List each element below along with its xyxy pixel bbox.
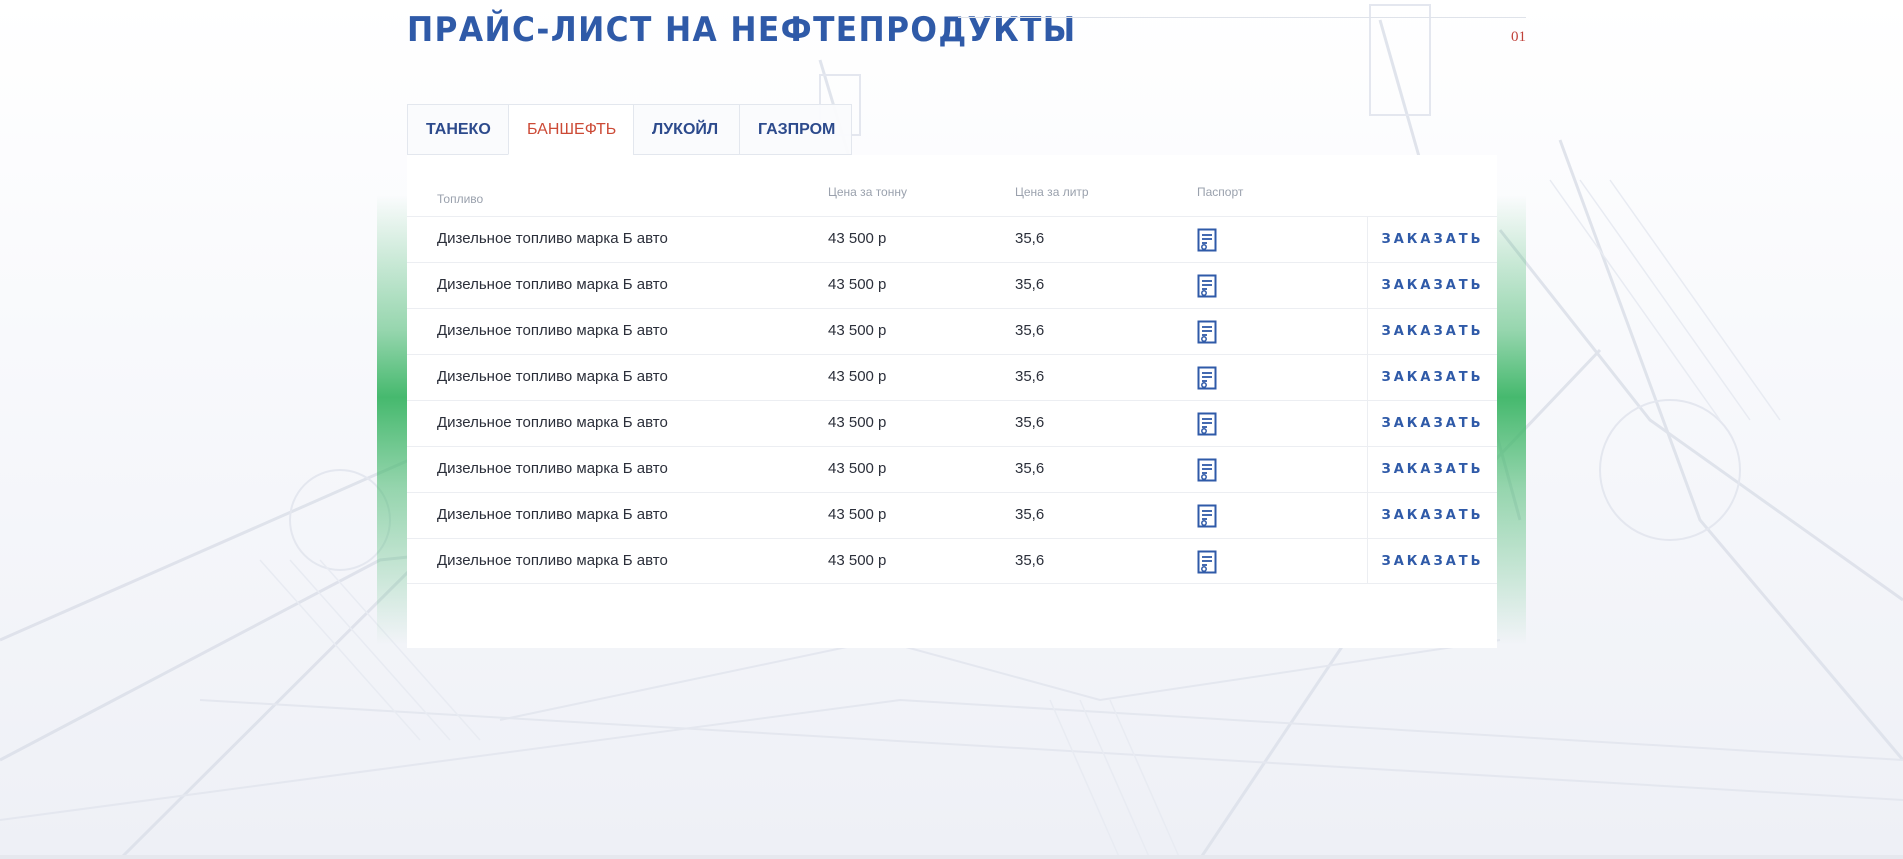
price-per-liter: 35,6 (1015, 322, 1045, 339)
price-per-liter: 35,6 (1015, 414, 1045, 431)
header-price-liter: Цена за литр (1015, 185, 1089, 199)
document-icon[interactable] (1197, 504, 1217, 528)
header-passport: Паспорт (1197, 185, 1244, 199)
supplier-tabs: ТАНЕКО БАНШЕФТЬ ЛУКОЙЛ ГАЗПРОМ (407, 104, 852, 155)
tab-taneko[interactable]: ТАНЕКО (407, 104, 508, 155)
table-row: Дизельное топливо марка Б авто 43 500 р … (407, 446, 1497, 492)
order-button[interactable]: ЗАКАЗАТЬ (1367, 539, 1497, 584)
price-per-liter: 35,6 (1015, 506, 1045, 523)
fuel-name: Дизельное топливо марка Б авто (437, 230, 668, 247)
table-row: Дизельное топливо марка Б авто 43 500 р … (407, 492, 1497, 538)
price-per-ton: 43 500 р (828, 506, 887, 523)
order-button[interactable]: ЗАКАЗАТЬ (1367, 401, 1497, 446)
price-per-ton: 43 500 р (828, 368, 887, 385)
table-row: Дизельное топливо марка Б авто 43 500 р … (407, 354, 1497, 400)
document-icon[interactable] (1197, 366, 1217, 390)
fuel-name: Дизельное топливо марка Б авто (437, 552, 668, 569)
fuel-name: Дизельное топливо марка Б авто (437, 414, 668, 431)
green-accent-left (377, 195, 407, 645)
price-per-ton: 43 500 р (828, 414, 887, 431)
price-per-liter: 35,6 (1015, 552, 1045, 569)
tab-bansheft[interactable]: БАНШЕФТЬ (508, 104, 633, 155)
page-title: ПРАЙС-ЛИСТ НА НЕФТЕПРОДУКТЫ (407, 10, 1077, 50)
header-fuel: Топливо (437, 192, 484, 206)
fuel-name: Дизельное топливо марка Б авто (437, 276, 668, 293)
price-list-section: ПРАЙС-ЛИСТ НА НЕФТЕПРОДУКТЫ 01 ТАНЕКО БА… (0, 0, 1903, 859)
section-number: 01 (1511, 29, 1526, 45)
price-per-liter: 35,6 (1015, 276, 1045, 293)
price-per-ton: 43 500 р (828, 230, 887, 247)
price-per-liter: 35,6 (1015, 230, 1045, 247)
tab-lukoil[interactable]: ЛУКОЙЛ (633, 104, 739, 155)
price-per-liter: 35,6 (1015, 460, 1045, 477)
price-per-ton: 43 500 р (828, 322, 887, 339)
table-row: Дизельное топливо марка Б авто 43 500 р … (407, 400, 1497, 446)
document-icon[interactable] (1197, 412, 1217, 436)
order-button[interactable]: ЗАКАЗАТЬ (1367, 355, 1497, 400)
fuel-name: Дизельное топливо марка Б авто (437, 460, 668, 477)
table-row: Дизельное топливо марка Б авто 43 500 р … (407, 216, 1497, 262)
order-button[interactable]: ЗАКАЗАТЬ (1367, 263, 1497, 308)
document-icon[interactable] (1197, 320, 1217, 344)
order-button[interactable]: ЗАКАЗАТЬ (1367, 217, 1497, 262)
price-per-ton: 43 500 р (828, 460, 887, 477)
table-row: Дизельное топливо марка Б авто 43 500 р … (407, 538, 1497, 584)
title-divider (958, 17, 1526, 18)
document-icon[interactable] (1197, 228, 1217, 252)
table-body: Дизельное топливо марка Б авто 43 500 р … (407, 216, 1497, 584)
fuel-name: Дизельное топливо марка Б авто (437, 506, 668, 523)
document-icon[interactable] (1197, 274, 1217, 298)
price-table: Топливо Цена за тонну Цена за литр Паспо… (407, 155, 1497, 648)
tab-gazprom[interactable]: ГАЗПРОМ (739, 104, 852, 155)
price-per-liter: 35,6 (1015, 368, 1045, 385)
fuel-name: Дизельное топливо марка Б авто (437, 368, 668, 385)
fuel-name: Дизельное топливо марка Б авто (437, 322, 668, 339)
price-per-ton: 43 500 р (828, 276, 887, 293)
document-icon[interactable] (1197, 458, 1217, 482)
price-per-ton: 43 500 р (828, 552, 887, 569)
order-button[interactable]: ЗАКАЗАТЬ (1367, 447, 1497, 492)
table-header: Топливо Цена за тонну Цена за литр Паспо… (407, 155, 1497, 216)
header-price-ton: Цена за тонну (828, 185, 907, 199)
table-row: Дизельное топливо марка Б авто 43 500 р … (407, 262, 1497, 308)
order-button[interactable]: ЗАКАЗАТЬ (1367, 309, 1497, 354)
table-row: Дизельное топливо марка Б авто 43 500 р … (407, 308, 1497, 354)
document-icon[interactable] (1197, 550, 1217, 574)
green-accent-right (1496, 195, 1526, 645)
order-button[interactable]: ЗАКАЗАТЬ (1367, 493, 1497, 538)
